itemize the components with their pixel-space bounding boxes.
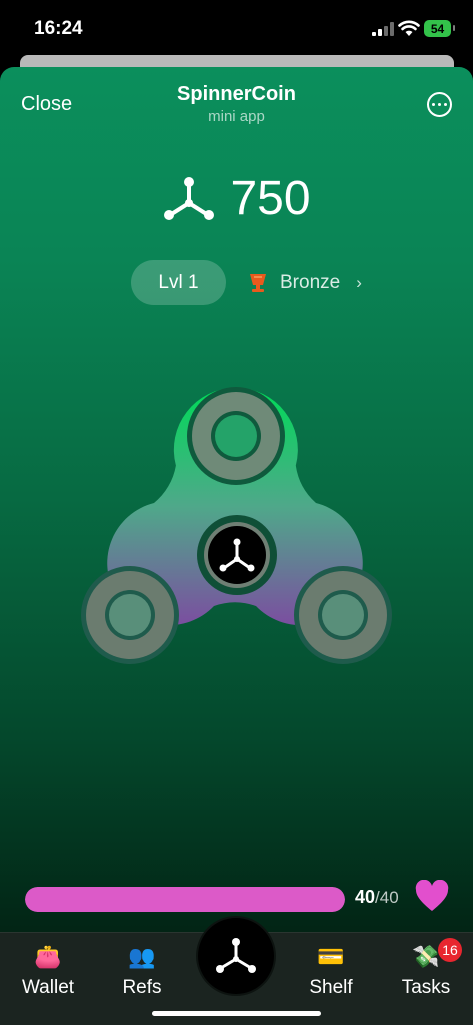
shelf-icon: 💳 [317,944,345,969]
purse-icon: 👛 [34,944,62,969]
nav-label: Shelf [309,977,353,998]
level-row: Lvl 1 Bronze › [131,260,362,305]
fidget-spinner[interactable] [60,370,415,685]
battery-icon: 54 [424,20,455,37]
chevron-right-icon: › [356,272,362,292]
people-icon: 👥 [128,944,156,969]
bronze-cup-icon [250,273,266,292]
wifi-icon [398,20,420,36]
heart-icon [415,880,449,911]
status-bar: 16:24 54 [0,0,473,58]
more-options-button[interactable] [427,92,452,117]
rank-link[interactable]: Bronze › [248,272,362,294]
mini-app-sheet: Close SpinnerCoin mini app 750 Lvl 1 Bro… [0,67,473,1024]
nav-shelf[interactable]: 💳 Shelf [291,943,371,999]
level-badge[interactable]: Lvl 1 [131,260,226,305]
nav-wallet[interactable]: 👛 Wallet [8,943,88,999]
energy-count: 40/40 [355,887,399,907]
rank-label: Bronze [280,271,341,293]
app-title: SpinnerCoin [177,83,296,105]
nav-label: Tasks [401,977,451,998]
energy-track [25,887,345,912]
nav-label: Refs [122,977,162,998]
status-time: 16:24 [34,18,83,39]
bottom-nav: 👛 Wallet 👥 Refs 💳 Shelf 💸 Tasks 16 [0,918,473,1025]
balance-display: 750 [0,171,473,226]
spinner-coin-icon [164,176,215,220]
energy-bar: 40/40 [25,879,455,919]
spin-button[interactable] [198,918,274,994]
app-subtitle: mini app [208,108,265,125]
home-indicator[interactable] [152,1011,321,1016]
signal-icon [372,22,394,36]
app-header: SpinnerCoin mini app [0,83,473,125]
spinner-coin-icon [216,938,256,973]
tasks-badge: 16 [438,938,462,962]
nav-label: Wallet [21,977,75,998]
balance-value: 750 [230,172,311,225]
energy-fill [25,887,345,912]
nav-refs[interactable]: 👥 Refs [102,943,182,999]
nav-tasks[interactable]: 💸 Tasks 16 [386,938,466,999]
